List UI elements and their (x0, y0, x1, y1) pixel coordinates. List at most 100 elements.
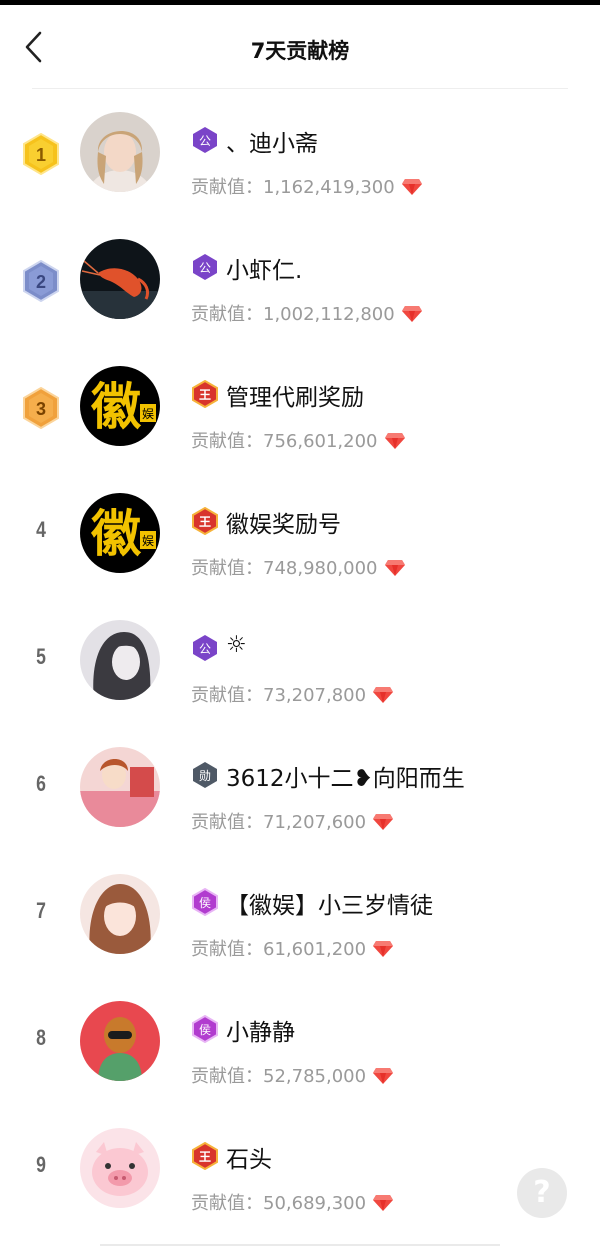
svg-text:王: 王 (199, 1150, 211, 1164)
svg-text:1: 1 (36, 145, 46, 165)
level-badge-hou: 侯 (191, 1014, 219, 1044)
level-badge-wang: 王 (191, 506, 219, 536)
page-title: 7天贡献榜 (250, 39, 350, 63)
contribution-value: 贡献值：71,207,600 (191, 808, 394, 836)
rank-number: 9 (36, 1152, 46, 1177)
user-name: 石头 (226, 1147, 272, 1173)
contribution-label: 贡献值： (191, 1193, 263, 1214)
avatar[interactable] (80, 112, 160, 192)
rank-medal-gold: 1 (22, 132, 60, 176)
avatar[interactable] (80, 747, 160, 827)
level-badge-gong: 公 (191, 634, 219, 662)
contribution-number: 1,162,419,300 (263, 177, 395, 198)
contribution-value: 贡献值：748,980,000 (191, 554, 406, 582)
user-name: ☼ (226, 632, 247, 658)
silver-medal-icon: 2 (23, 259, 59, 303)
contribution-number: 71,207,600 (263, 812, 367, 833)
avatar[interactable] (80, 620, 160, 700)
help-button[interactable]: ? (517, 1168, 567, 1218)
list-item[interactable]: 2 公 小虾仁. 贡献值：1,002,112,800 (0, 217, 600, 344)
contribution-number: 52,785,000 (263, 1066, 367, 1087)
svg-text:公: 公 (199, 261, 211, 275)
svg-text:王: 王 (199, 515, 211, 529)
rank-number: 4 (36, 517, 46, 542)
list-item[interactable]: 4 徽 娱 王 徽娱奖励号 贡献值：748,980,000 (0, 471, 600, 598)
svg-text:3: 3 (36, 399, 46, 419)
avatar[interactable]: 徽 娱 (80, 366, 160, 446)
diamond-icon (372, 940, 394, 963)
svg-text:娱: 娱 (142, 407, 154, 421)
avatar[interactable] (80, 1128, 160, 1208)
diamond-icon (372, 1067, 394, 1090)
contribution-label: 贡献值： (191, 431, 263, 452)
list-item[interactable]: 7 侯 【徽娱】小三岁情徒 贡献值：61,601,200 (0, 852, 600, 979)
contribution-value: 贡献值：73,207,800 (191, 681, 394, 709)
svg-text:勋: 勋 (199, 769, 211, 783)
rank-medal-silver: 2 (22, 259, 60, 303)
diamond-icon (384, 432, 406, 455)
level-badge-hou: 侯 (191, 887, 219, 917)
diamond-icon (401, 305, 423, 328)
rank-number: 6 (36, 771, 46, 796)
level-badge-gong: 公 (191, 253, 219, 281)
svg-text:娱: 娱 (142, 534, 154, 548)
user-name: 管理代刷奖励 (226, 385, 364, 411)
bronze-medal-icon: 3 (23, 386, 59, 430)
contribution-value: 贡献值：52,785,000 (191, 1062, 394, 1090)
user-name: 、迪小斋 (226, 131, 318, 157)
rank-number: 5 (36, 644, 46, 669)
svg-text:公: 公 (199, 642, 211, 656)
rank-number: 8 (36, 1025, 46, 1050)
list-item[interactable]: 6 勋 3612小十二❥向阳而生 贡献值：71,207,600 (0, 725, 600, 852)
contribution-label: 贡献值： (191, 939, 263, 960)
user-name: 【徽娱】小三岁情徒 (226, 893, 433, 919)
contribution-number: 50,689,300 (263, 1193, 367, 1214)
rank-number: 7 (36, 898, 46, 923)
avatar[interactable] (80, 239, 160, 319)
diamond-icon (401, 178, 423, 201)
contribution-number: 1,002,112,800 (263, 304, 395, 325)
contribution-label: 贡献值： (191, 685, 263, 706)
list-item[interactable]: 9 王 石头 贡献值：50,689,300 (0, 1106, 600, 1233)
rank-medal-bronze: 3 (22, 386, 60, 430)
level-badge-gong: 公 (191, 126, 219, 154)
diamond-icon (372, 813, 394, 836)
list-item[interactable]: 1 公 、迪小斋 贡献值：1,162,419,300 (0, 90, 600, 217)
list-item[interactable]: 3 徽 娱 王 管理代刷奖励 贡献值：756,601,200 (0, 344, 600, 471)
svg-text:侯: 侯 (199, 1023, 211, 1037)
svg-text:侯: 侯 (199, 896, 211, 910)
list-item[interactable]: 8 侯 小静静 贡献值：52,785,000 (0, 979, 600, 1106)
svg-text:公: 公 (199, 134, 211, 148)
gold-medal-icon: 1 (23, 132, 59, 176)
level-badge-wang: 王 (191, 1141, 219, 1171)
contribution-value: 贡献值：1,002,112,800 (191, 300, 423, 328)
avatar[interactable] (80, 874, 160, 954)
contribution-number: 756,601,200 (263, 431, 378, 452)
avatar[interactable] (80, 1001, 160, 1081)
bottom-indicator (100, 1244, 500, 1246)
diamond-icon (372, 686, 394, 709)
user-name: 徽娱奖励号 (226, 512, 341, 538)
list-item[interactable]: 5 公 ☼ 贡献值：73,207,800 (0, 598, 600, 725)
svg-text:王: 王 (199, 388, 211, 402)
contribution-number: 73,207,800 (263, 685, 367, 706)
contribution-label: 贡献值： (191, 177, 263, 198)
header-divider (32, 88, 568, 89)
contribution-value: 贡献值：756,601,200 (191, 427, 406, 455)
diamond-icon (384, 559, 406, 582)
question-mark-icon: ? (533, 1175, 551, 1210)
svg-text:徽: 徽 (90, 378, 142, 436)
svg-text:2: 2 (36, 272, 46, 292)
user-name: 小静静 (226, 1020, 295, 1046)
contribution-label: 贡献值： (191, 1066, 263, 1087)
user-name: 3612小十二❥向阳而生 (226, 766, 465, 792)
contribution-value: 贡献值：50,689,300 (191, 1189, 394, 1217)
svg-text:徽: 徽 (90, 505, 142, 563)
level-badge-wang: 王 (191, 379, 219, 409)
contribution-label: 贡献值： (191, 812, 263, 833)
contribution-number: 61,601,200 (263, 939, 367, 960)
ranking-list: 1 公 、迪小斋 贡献值：1,162,419,300 2 公 小虾仁. 贡献值：… (0, 90, 600, 1233)
level-badge-xun: 勋 (191, 761, 219, 789)
avatar[interactable]: 徽 娱 (80, 493, 160, 573)
contribution-value: 贡献值：1,162,419,300 (191, 173, 423, 201)
